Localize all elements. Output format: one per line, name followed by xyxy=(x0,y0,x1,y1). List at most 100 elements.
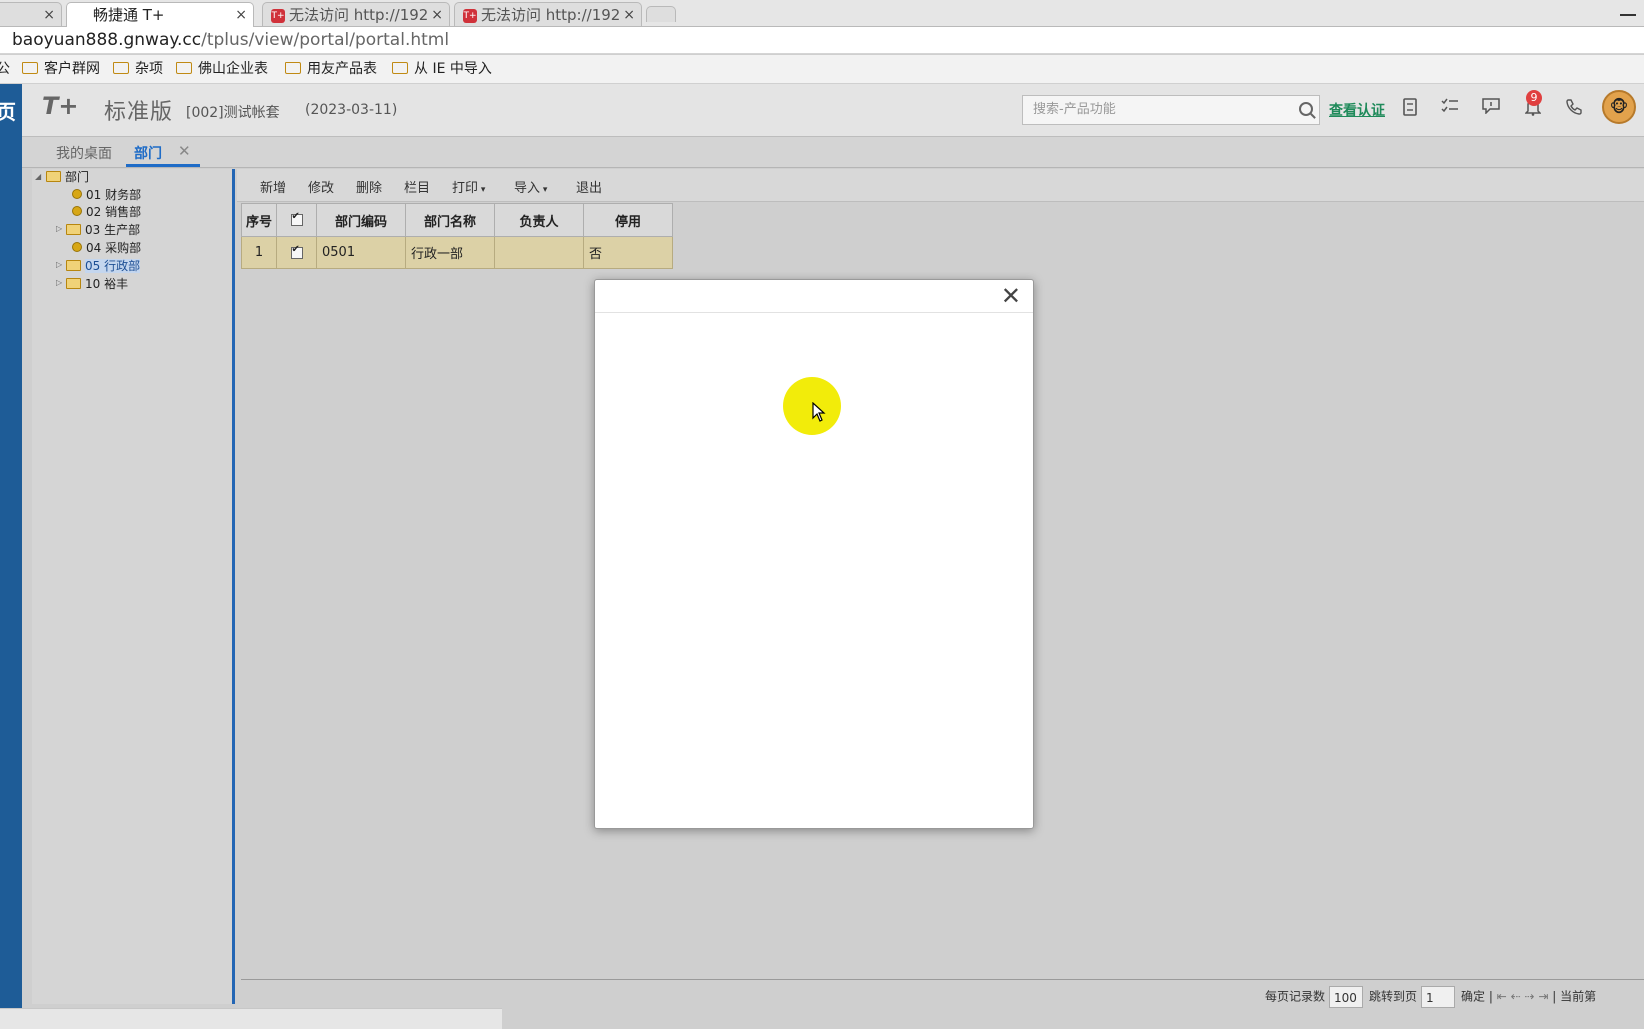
left-strip-label: 页 xyxy=(0,100,16,124)
checkbox-icon[interactable] xyxy=(290,211,303,226)
import-button[interactable]: 导入 ▾ xyxy=(514,177,547,196)
browser-tab-label: 畅捷通 T+ xyxy=(93,6,165,24)
close-icon[interactable]: ✕ xyxy=(1001,282,1021,310)
dialog-header: ✕ xyxy=(595,280,1033,313)
bookmark-item[interactable]: 客户群网 xyxy=(22,55,100,83)
leaf-node-icon xyxy=(72,242,82,252)
login-date: (2023-03-11) xyxy=(305,102,398,118)
expanded-arrow-icon[interactable]: ◢ xyxy=(35,172,41,181)
new-tab-button[interactable] xyxy=(646,6,676,22)
cell-select[interactable] xyxy=(276,236,317,269)
separator: | xyxy=(1552,989,1561,1004)
folder-icon xyxy=(113,62,129,74)
pane-splitter[interactable] xyxy=(232,169,235,1004)
leaf-node-icon xyxy=(72,206,82,216)
close-icon[interactable]: × xyxy=(431,3,443,26)
browser-tab-label: 无法访问 http://192 xyxy=(289,6,429,24)
close-icon[interactable]: ✕ xyxy=(178,142,191,160)
browser-tab-label: 无法访问 http://192 xyxy=(481,6,621,24)
collapsed-arrow-icon[interactable]: ▷ xyxy=(56,260,62,269)
app-header: T+ 标准版 [002]测试帐套 (2023-03-11) 搜索-产品功能 查看… xyxy=(22,84,1644,137)
cell-index: 1 xyxy=(241,236,277,269)
bookmark-partial[interactable]: 公 xyxy=(0,55,10,83)
col-header-select-all[interactable] xyxy=(276,203,317,237)
bookmark-item[interactable]: 从 IE 中导入 xyxy=(392,55,492,83)
per-page-label: 每页记录数 xyxy=(1265,989,1326,1004)
modal-dialog: ✕ xyxy=(594,279,1034,829)
edit-button[interactable]: 修改 xyxy=(308,177,334,196)
tab-my-desktop[interactable]: 我的桌面 xyxy=(56,143,112,163)
browser-tab-active[interactable]: 畅捷通 T+ × xyxy=(66,2,254,27)
folder-icon xyxy=(66,278,81,289)
task-list-icon[interactable] xyxy=(1439,98,1461,120)
first-page-icon[interactable]: ⇤ xyxy=(1497,990,1507,1004)
col-header-code[interactable]: 部门编码 xyxy=(316,203,406,237)
tree-node[interactable]: 03 生产部 xyxy=(66,222,140,238)
bookmarks-bar: 公 客户群网 杂项 佛山企业表 用友产品表 从 IE 中导入 xyxy=(0,55,1644,84)
address-bar[interactable]: baoyuan888.gnway.cc/tplus/view/portal/po… xyxy=(0,27,1644,54)
col-header-name[interactable]: 部门名称 xyxy=(405,203,495,237)
folder-icon xyxy=(66,260,81,271)
next-page-icon[interactable]: ⇢ xyxy=(1525,990,1535,1004)
message-icon[interactable] xyxy=(1480,98,1502,120)
delete-button[interactable]: 删除 xyxy=(356,177,382,196)
confirm-button[interactable]: 确定 xyxy=(1461,990,1485,1004)
company-account[interactable]: [002]测试帐套 xyxy=(186,102,280,122)
prev-page-icon[interactable]: ⇠ xyxy=(1511,990,1521,1004)
current-page-label: 当前第 xyxy=(1560,989,1597,1004)
col-header-disabled[interactable]: 停用 xyxy=(583,203,673,237)
tab-department[interactable]: 部门 xyxy=(134,143,162,163)
page-tab-bar: 我的桌面 部门 ✕ xyxy=(22,137,1644,168)
toolbar: 新增 修改 删除 栏目 打印 ▾ 导入 ▾ 退出 xyxy=(237,169,1644,202)
exit-button[interactable]: 退出 xyxy=(576,177,602,196)
calculator-icon[interactable] xyxy=(1399,98,1421,120)
browser-tab-3[interactable]: T+ 无法访问 http://192 × xyxy=(454,2,642,26)
bookmark-item[interactable]: 佛山企业表 xyxy=(176,55,268,83)
bookmark-item[interactable]: 杂项 xyxy=(113,55,163,83)
col-header-manager[interactable]: 负责人 xyxy=(494,203,584,237)
search-placeholder: 搜索-产品功能 xyxy=(1033,102,1116,117)
search-input[interactable]: 搜索-产品功能 xyxy=(1022,95,1320,125)
bookmark-item[interactable]: 用友产品表 xyxy=(285,55,377,83)
new-button[interactable]: 新增 xyxy=(260,177,286,196)
col-header-index[interactable]: 序号 xyxy=(241,203,277,237)
collapsed-arrow-icon[interactable]: ▷ xyxy=(56,278,62,287)
table-row[interactable]: 1 0501 行政一部 否 xyxy=(241,236,673,269)
pager: 每页记录数 100 跳转到页 1 确定 | ⇤ ⇠ ⇢ ⇥ | 当前第 xyxy=(1265,986,1596,1008)
last-page-icon[interactable]: ⇥ xyxy=(1538,990,1548,1004)
search-icon[interactable] xyxy=(1299,102,1313,116)
close-icon[interactable]: × xyxy=(623,3,635,26)
tree-node[interactable]: 10 裕丰 xyxy=(66,276,128,292)
separator: | xyxy=(1488,989,1497,1004)
cell-disabled: 否 xyxy=(583,236,673,269)
columns-button[interactable]: 栏目 xyxy=(404,177,430,196)
tree-node[interactable]: 01 财务部 xyxy=(72,187,141,203)
status-bar xyxy=(0,1008,502,1029)
tree-node-selected[interactable]: 05 行政部 xyxy=(66,258,141,274)
avatar[interactable]: 🐵 xyxy=(1602,90,1636,124)
folder-icon xyxy=(285,62,301,74)
folder-icon xyxy=(176,62,192,74)
edition-label: 标准版 xyxy=(104,100,174,125)
browser-tab-2[interactable]: T+ 无法访问 http://192 × xyxy=(262,2,450,26)
close-icon[interactable]: × xyxy=(235,3,247,27)
tree-node[interactable]: 02 销售部 xyxy=(72,204,141,220)
tplus-logo: T+ xyxy=(42,92,79,120)
tree-root[interactable]: 部门 xyxy=(46,169,89,185)
print-button[interactable]: 打印 ▾ xyxy=(452,177,485,196)
folder-icon xyxy=(392,62,408,74)
per-page-input[interactable]: 100 xyxy=(1329,986,1364,1008)
phone-icon[interactable] xyxy=(1563,98,1585,120)
footer-divider xyxy=(241,979,1644,980)
notification-badge: 9 xyxy=(1526,90,1542,106)
minimize-icon[interactable] xyxy=(1620,4,1636,16)
close-icon[interactable]: × xyxy=(43,3,55,26)
jump-page-input[interactable]: 1 xyxy=(1421,986,1456,1008)
checkbox-icon[interactable] xyxy=(290,244,303,259)
left-nav-strip[interactable]: 页 xyxy=(0,84,22,1028)
collapsed-arrow-icon[interactable]: ▷ xyxy=(56,224,62,233)
address-host: baoyuan888.gnway.cc xyxy=(12,30,202,50)
view-certification-link[interactable]: 查看认证 xyxy=(1329,100,1385,120)
tree-node[interactable]: 04 采购部 xyxy=(72,240,141,256)
browser-tab-0[interactable]: × xyxy=(0,2,62,26)
